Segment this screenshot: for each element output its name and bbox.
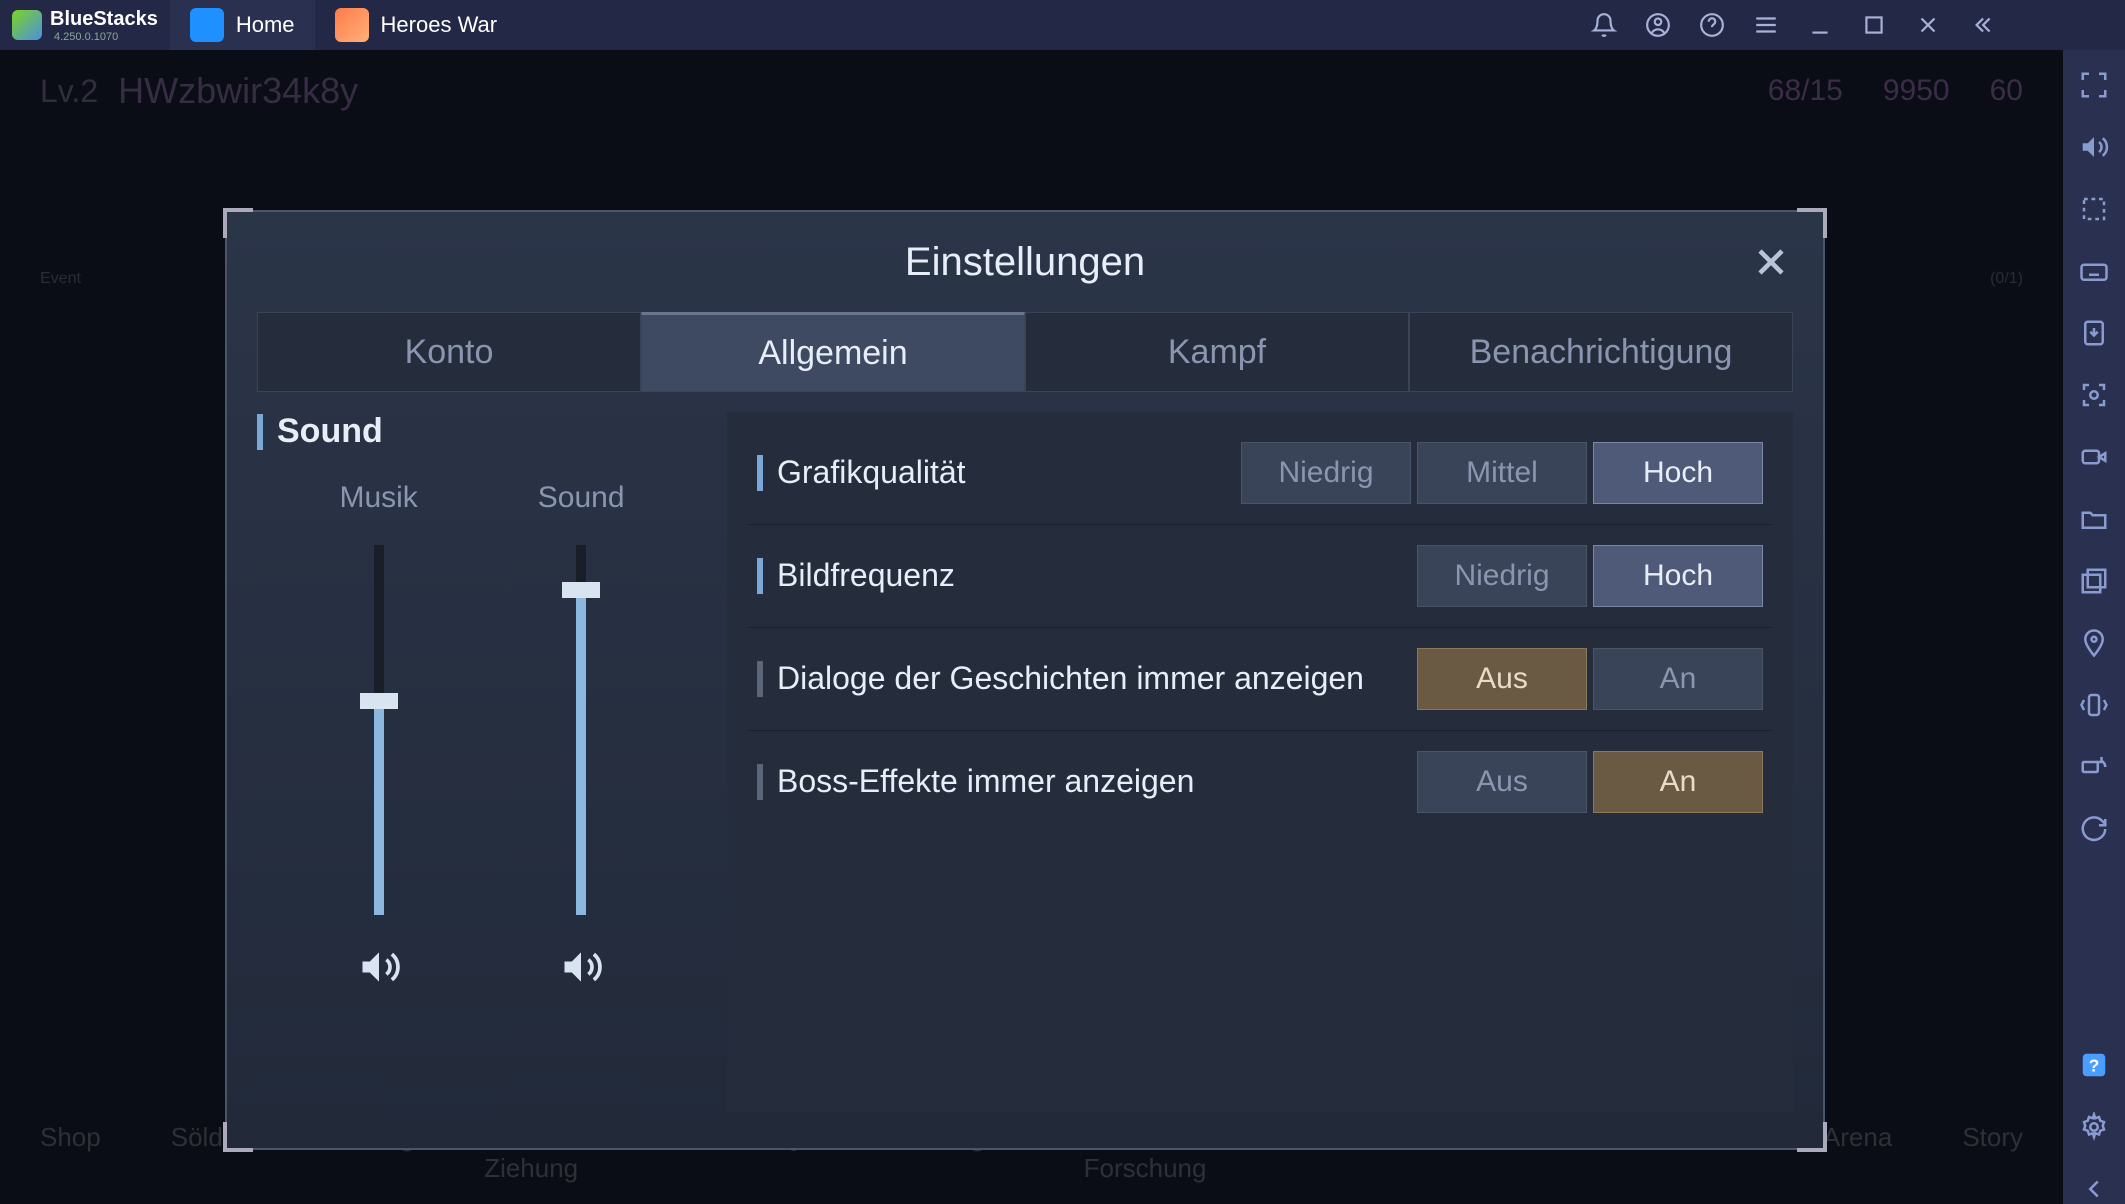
app-name-text: BlueStacks: [50, 8, 158, 31]
label-grafik: Grafikqualität: [777, 452, 1241, 494]
help-icon[interactable]: [1699, 12, 1725, 38]
camera-icon[interactable]: [2079, 380, 2109, 410]
sidebar: ?: [2063, 50, 2125, 1204]
folder-icon[interactable]: [2079, 504, 2109, 534]
tab-game[interactable]: Heroes War: [315, 0, 518, 50]
minimize-icon[interactable]: [1807, 12, 1833, 38]
tab-benachrichtigung[interactable]: Benachrichtigung: [1409, 312, 1793, 392]
btn-dialoge-aus[interactable]: Aus: [1417, 648, 1587, 710]
hud-badge: (0/1): [1990, 270, 2023, 287]
label-dialoge: Dialoge der Geschichten immer anzeigen: [777, 658, 1417, 700]
collapse-sidebar-icon[interactable]: [1969, 12, 1995, 38]
settings-panel: Grafikqualität Niedrig Mittel Hoch Bildf…: [727, 412, 1793, 1112]
tab-home-label: Home: [236, 12, 295, 38]
reload-icon[interactable]: [2079, 814, 2109, 844]
select-icon[interactable]: [2079, 194, 2109, 224]
row-dialoge: Dialoge der Geschichten immer anzeigen A…: [747, 628, 1773, 731]
hud-arena: Arena: [1823, 1122, 1892, 1184]
musik-thumb[interactable]: [360, 693, 398, 709]
btn-grafik-niedrig[interactable]: Niedrig: [1241, 442, 1411, 504]
maximize-icon[interactable]: [1861, 12, 1887, 38]
hud-gold: 9950: [1883, 74, 1950, 108]
tab-kampf[interactable]: Kampf: [1025, 312, 1409, 392]
hud-shop: Shop: [40, 1122, 101, 1184]
volume-icon[interactable]: [2079, 132, 2109, 162]
tab-home[interactable]: Home: [170, 0, 315, 50]
hud-story: Story: [1962, 1122, 2023, 1184]
settings-dialog: Einstellungen Konto Allgemein Kampf Bena…: [225, 210, 1825, 1150]
btn-boss-an[interactable]: An: [1593, 751, 1763, 813]
keyboard-icon[interactable]: [2079, 256, 2109, 286]
tab-konto[interactable]: Konto: [257, 312, 641, 392]
btn-bildfreq-niedrig[interactable]: Niedrig: [1417, 545, 1587, 607]
game-icon: [335, 8, 369, 42]
btn-boss-aus[interactable]: Aus: [1417, 751, 1587, 813]
game-area: Lv.2 HWzbwir34k8y 68/15 9950 60 Event (0…: [0, 50, 2063, 1204]
app-version: 4.250.0.1070: [54, 31, 158, 43]
hud-level: Lv.2: [40, 73, 98, 110]
fullscreen-icon[interactable]: [2079, 70, 2109, 100]
row-bar-icon: [757, 455, 763, 491]
sound-panel: Sound Musik Sound: [257, 412, 707, 1112]
hud-playername: HWzbwir34k8y: [118, 70, 358, 112]
multi-instance-icon[interactable]: [2079, 566, 2109, 596]
shake-icon[interactable]: [2079, 690, 2109, 720]
svg-text:?: ?: [2089, 1055, 2100, 1075]
hud-event: Event: [40, 270, 81, 288]
sound-label: Sound: [538, 481, 625, 515]
gear-icon[interactable]: [2079, 1112, 2109, 1142]
sound-header: Sound: [277, 412, 383, 451]
apk-icon[interactable]: [2079, 318, 2109, 348]
close-icon[interactable]: [1915, 12, 1941, 38]
musik-label: Musik: [339, 481, 417, 515]
rotate-icon[interactable]: [2079, 752, 2109, 782]
location-icon[interactable]: [2079, 628, 2109, 658]
user-icon[interactable]: [1645, 12, 1671, 38]
sound-slider: Sound: [538, 481, 625, 989]
dialog-close-button[interactable]: [1749, 240, 1793, 284]
question-icon[interactable]: ?: [2079, 1050, 2109, 1080]
row-grafikqualitat: Grafikqualität Niedrig Mittel Hoch: [747, 422, 1773, 525]
btn-grafik-mittel[interactable]: Mittel: [1417, 442, 1587, 504]
btn-grafik-hoch[interactable]: Hoch: [1593, 442, 1763, 504]
menu-icon[interactable]: [1753, 12, 1779, 38]
row-bar-icon: [757, 661, 763, 697]
dialog-title: Einstellungen: [905, 240, 1145, 285]
label-boss: Boss-Effekte immer anzeigen: [777, 761, 1417, 803]
section-bar-icon: [257, 414, 263, 450]
btn-bildfreq-hoch[interactable]: Hoch: [1593, 545, 1763, 607]
btn-dialoge-an[interactable]: An: [1593, 648, 1763, 710]
record-icon[interactable]: [2079, 442, 2109, 472]
bluestacks-logo-icon: [12, 10, 42, 40]
home-icon: [190, 8, 224, 42]
hud-energy: 68/15: [1768, 74, 1843, 108]
sound-speaker-icon[interactable]: [559, 945, 603, 989]
app-name: BlueStacks 4.250.0.1070: [50, 8, 158, 43]
musik-speaker-icon[interactable]: [357, 945, 401, 989]
sound-track[interactable]: [576, 545, 586, 915]
hud-gems: 60: [1990, 74, 2023, 108]
tab-allgemein[interactable]: Allgemein: [641, 312, 1025, 392]
dialog-header: Einstellungen: [227, 212, 1823, 312]
settings-tabs: Konto Allgemein Kampf Benachrichtigung: [257, 312, 1793, 392]
back-icon[interactable]: [2079, 1174, 2109, 1204]
musik-slider: Musik: [339, 481, 417, 989]
row-boss: Boss-Effekte immer anzeigen Aus An: [747, 731, 1773, 833]
logo-section: BlueStacks 4.250.0.1070: [0, 8, 170, 43]
bell-icon[interactable]: [1591, 12, 1617, 38]
titlebar: BlueStacks 4.250.0.1070 Home Heroes War: [0, 0, 2125, 50]
musik-track[interactable]: [374, 545, 384, 915]
row-bar-icon: [757, 558, 763, 594]
label-bildfreq: Bildfrequenz: [777, 555, 1417, 597]
row-bar-icon: [757, 764, 763, 800]
row-bildfrequenz: Bildfrequenz Niedrig Hoch: [747, 525, 1773, 628]
sound-thumb[interactable]: [562, 582, 600, 598]
tab-game-label: Heroes War: [381, 12, 498, 38]
